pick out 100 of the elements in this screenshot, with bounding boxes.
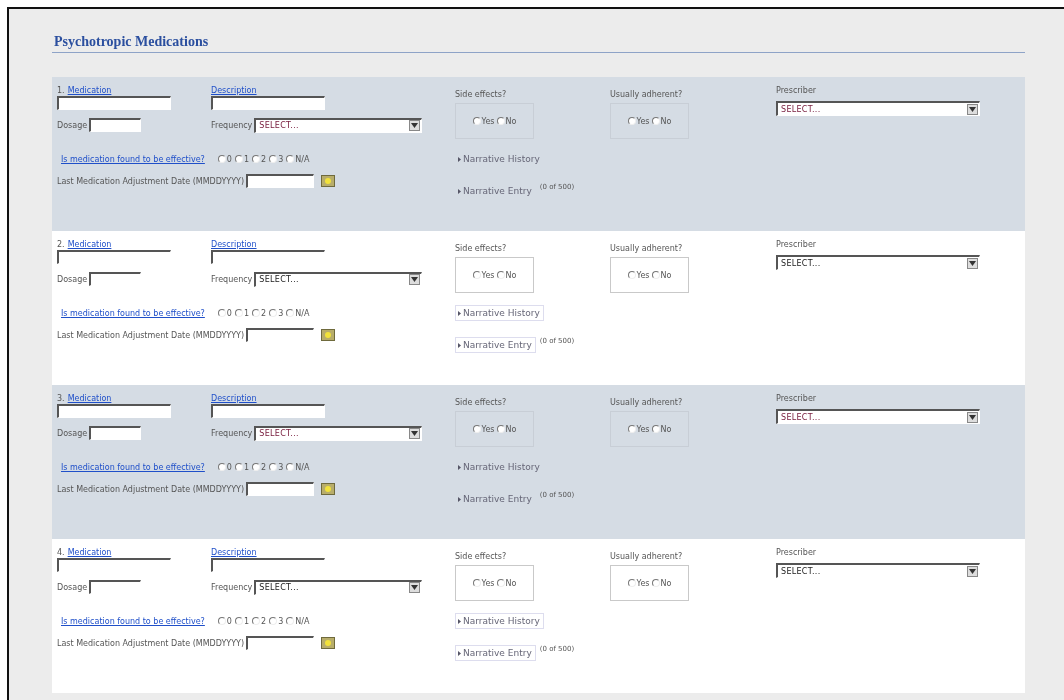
caret-icon [458,650,461,656]
select-dropdown[interactable]: SELECT... [776,563,980,578]
caret-icon [458,342,461,348]
adherent-label: Usually adherent? [610,90,683,99]
select-dropdown[interactable]: SELECT... [254,117,423,133]
radio-button[interactable]: 3 [269,462,284,472]
radio-button[interactable]: No [496,424,517,434]
dropdown-arrow-icon [409,274,421,285]
radio-button[interactable]: Yes [472,578,495,588]
narrative-entry-toggle[interactable]: Narrative Entry [455,183,536,199]
caret-icon [458,618,461,624]
radio-button[interactable]: 2 [252,308,267,318]
description-link[interactable]: Description [211,393,257,403]
radio-button[interactable]: N/A [286,154,310,164]
narrative-entry-toggle[interactable]: Narrative Entry [455,491,536,507]
radio-button[interactable]: 3 [269,308,284,318]
narrative-history-toggle[interactable]: Narrative History [455,459,544,475]
side-effects-label: Side effects? [455,90,507,99]
effectiveness-link[interactable]: Is medication found to be effective? [61,462,205,472]
date-label: Last Medication Adjustment Date (MMDDYYYY) [57,330,245,340]
radio-button[interactable]: N/A [286,462,310,472]
radio-button[interactable]: 1 [234,154,250,164]
dosage-field[interactable] [89,426,142,440]
prescriber-label: Prescriber [776,394,817,403]
radio-button[interactable]: N/A [286,308,310,318]
caret-icon [458,188,461,194]
radio-button[interactable]: Yes [472,270,495,280]
radio-button[interactable]: 0 [217,154,232,164]
dosage-label: Dosage [57,120,88,130]
side-effects-label: Side effects? [455,398,507,407]
radio-button[interactable]: No [496,270,517,280]
effectiveness-link[interactable]: Is medication found to be effective? [61,616,205,626]
radio-button[interactable]: No [651,424,672,434]
select-dropdown[interactable]: SELECT... [254,579,423,595]
radio-button[interactable]: No [651,270,672,280]
radio-button[interactable]: Yes [627,578,650,588]
narrative-history-toggle[interactable]: Narrative History [455,305,544,321]
medication-field[interactable] [57,96,171,110]
effectiveness-link[interactable]: Is medication found to be effective? [61,154,205,164]
radio-button[interactable]: No [496,116,517,126]
select-dropdown[interactable]: SELECT... [254,271,423,287]
row-number: 2. [57,239,65,249]
radio-button[interactable]: Yes [627,116,650,126]
radio-button[interactable]: N/A [286,616,310,626]
date-label: Last Medication Adjustment Date (MMDDYYYY) [57,484,245,494]
radio-button[interactable]: 2 [252,462,267,472]
radio-button[interactable]: Yes [472,116,495,126]
medication-link[interactable]: Medication [67,85,112,95]
side-effects-label: Side effects? [455,552,507,561]
radio-button[interactable]: 1 [234,462,250,472]
radio-button[interactable]: 3 [269,154,284,164]
narrative-history-toggle[interactable]: Narrative History [455,613,544,629]
select-dropdown[interactable]: SELECT... [254,425,423,441]
narrative-entry-toggle[interactable]: Narrative Entry [455,645,536,661]
dropdown-arrow-icon [409,120,421,131]
radio-button[interactable]: 2 [252,616,267,626]
date-label: Last Medication Adjustment Date (MMDDYYYY) [57,638,245,648]
narrative-history-toggle[interactable]: Narrative History [455,151,544,167]
radio-button[interactable]: 2 [252,154,267,164]
radio-button[interactable]: Yes [472,424,495,434]
dropdown-arrow-icon [967,103,978,115]
medication-field[interactable] [57,404,171,418]
radio-button[interactable]: 0 [217,308,232,318]
adherent-label: Usually adherent? [610,552,683,561]
caret-icon [458,156,461,162]
radio-button[interactable]: Yes [627,270,650,280]
description-field[interactable] [211,96,325,110]
select-dropdown[interactable]: SELECT... [776,255,980,270]
select-dropdown[interactable]: SELECT... [776,409,980,424]
radio-button[interactable]: No [496,578,517,588]
dosage-field[interactable] [89,118,142,132]
dosage-label: Dosage [57,428,88,438]
description-field[interactable] [211,404,325,418]
radio-button[interactable]: No [651,116,672,126]
effectiveness-link[interactable]: Is medication found to be effective? [61,308,205,318]
radio-button[interactable]: 0 [217,616,232,626]
radio-button[interactable]: 1 [234,308,250,318]
prescriber-label: Prescriber [776,86,817,95]
description-link[interactable]: Description [211,547,257,557]
radio-button[interactable]: No [651,578,672,588]
description-link[interactable]: Description [211,239,257,249]
radio-button[interactable]: 1 [234,616,250,626]
dropdown-arrow-icon [967,411,978,423]
radio-button[interactable]: 3 [269,616,284,626]
select-dropdown[interactable]: SELECT... [776,101,980,116]
description-link[interactable]: Description [211,85,257,95]
prescriber-label: Prescriber [776,548,817,557]
medication-link[interactable]: Medication [67,393,112,403]
radio-button[interactable]: Yes [627,424,650,434]
narrative-entry-toggle[interactable]: Narrative Entry [455,337,536,353]
row-number: 1. [57,85,65,95]
dosage-label: Dosage [57,274,88,284]
date-field[interactable] [246,174,315,188]
radio-button[interactable]: 0 [217,462,232,472]
medication-link[interactable]: Medication [67,547,112,557]
date-field[interactable] [246,482,315,496]
dosage-label: Dosage [57,582,88,592]
frequency-label: Frequency [211,428,253,438]
frequency-label: Frequency [211,120,253,130]
medication-link[interactable]: Medication [67,239,112,249]
